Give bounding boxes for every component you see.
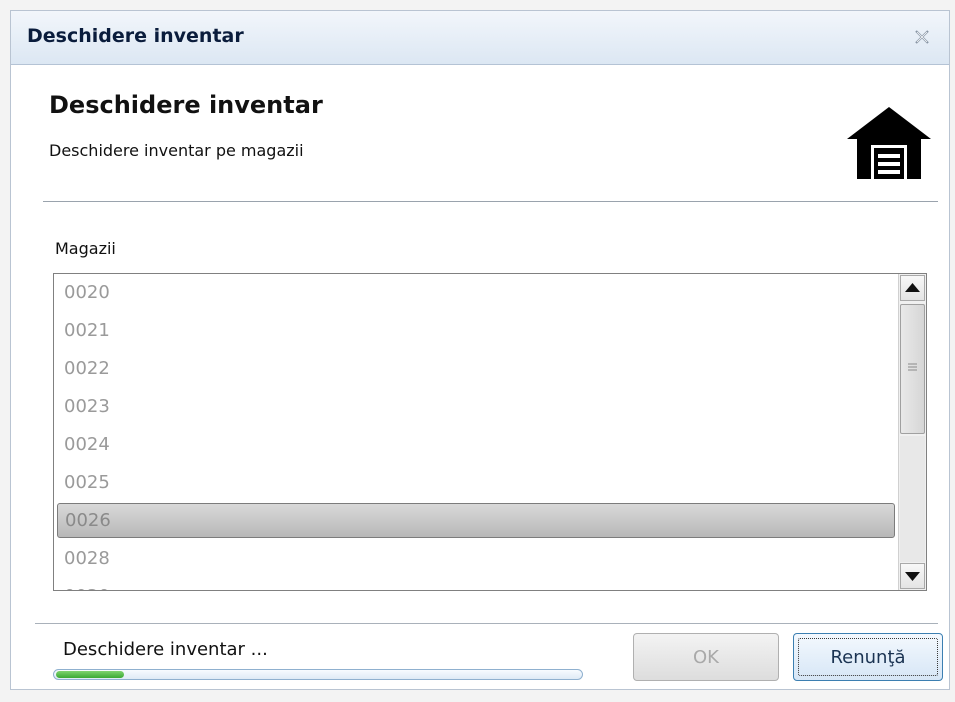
list-item-selected[interactable]: 0026 — [57, 503, 895, 538]
header-subtitle: Deschidere inventar pe magazii — [49, 141, 304, 160]
cancel-button[interactable]: Renunţă — [793, 633, 943, 681]
cancel-button-label: Renunţă — [830, 647, 906, 668]
footer-divider — [35, 623, 938, 624]
list-item[interactable]: 0020 — [54, 274, 898, 312]
scroll-up-button[interactable] — [900, 275, 925, 301]
list-item[interactable]: 0028 — [54, 540, 898, 578]
grip-icon — [908, 363, 917, 371]
list-item[interactable]: 0021 — [54, 312, 898, 350]
warehouse-listbox[interactable]: 0020 0021 0022 0023 0024 0025 0026 0028 … — [53, 273, 927, 591]
scroll-down-button[interactable] — [900, 563, 925, 589]
header-divider — [43, 201, 938, 202]
arrow-down-icon — [905, 572, 920, 581]
ok-button-label: OK — [693, 647, 719, 668]
progress-fill — [56, 671, 124, 678]
list-item[interactable]: 0030 — [54, 578, 898, 590]
status-text: Deschidere inventar ... — [63, 639, 268, 660]
dialog-window: Deschidere inventar Deschidere inventar … — [10, 10, 950, 690]
list-items: 0020 0021 0022 0023 0024 0025 0026 0028 … — [54, 274, 898, 590]
scroll-thumb[interactable] — [900, 304, 925, 434]
list-label: Magazii — [55, 239, 116, 258]
header-title: Deschidere inventar — [49, 91, 323, 119]
progress-bar — [53, 669, 583, 680]
arrow-up-icon — [905, 283, 920, 292]
warehouse-icon — [847, 107, 931, 179]
title-bar: Deschidere inventar — [11, 11, 949, 65]
vertical-scrollbar[interactable] — [898, 274, 926, 590]
scroll-track[interactable] — [900, 436, 925, 562]
list-item[interactable]: 0024 — [54, 426, 898, 464]
list-item[interactable]: 0023 — [54, 388, 898, 426]
ok-button[interactable]: OK — [633, 633, 779, 681]
window-title: Deschidere inventar — [27, 25, 244, 47]
close-icon[interactable] — [909, 24, 935, 50]
list-item[interactable]: 0025 — [54, 464, 898, 502]
list-item[interactable]: 0022 — [54, 350, 898, 388]
